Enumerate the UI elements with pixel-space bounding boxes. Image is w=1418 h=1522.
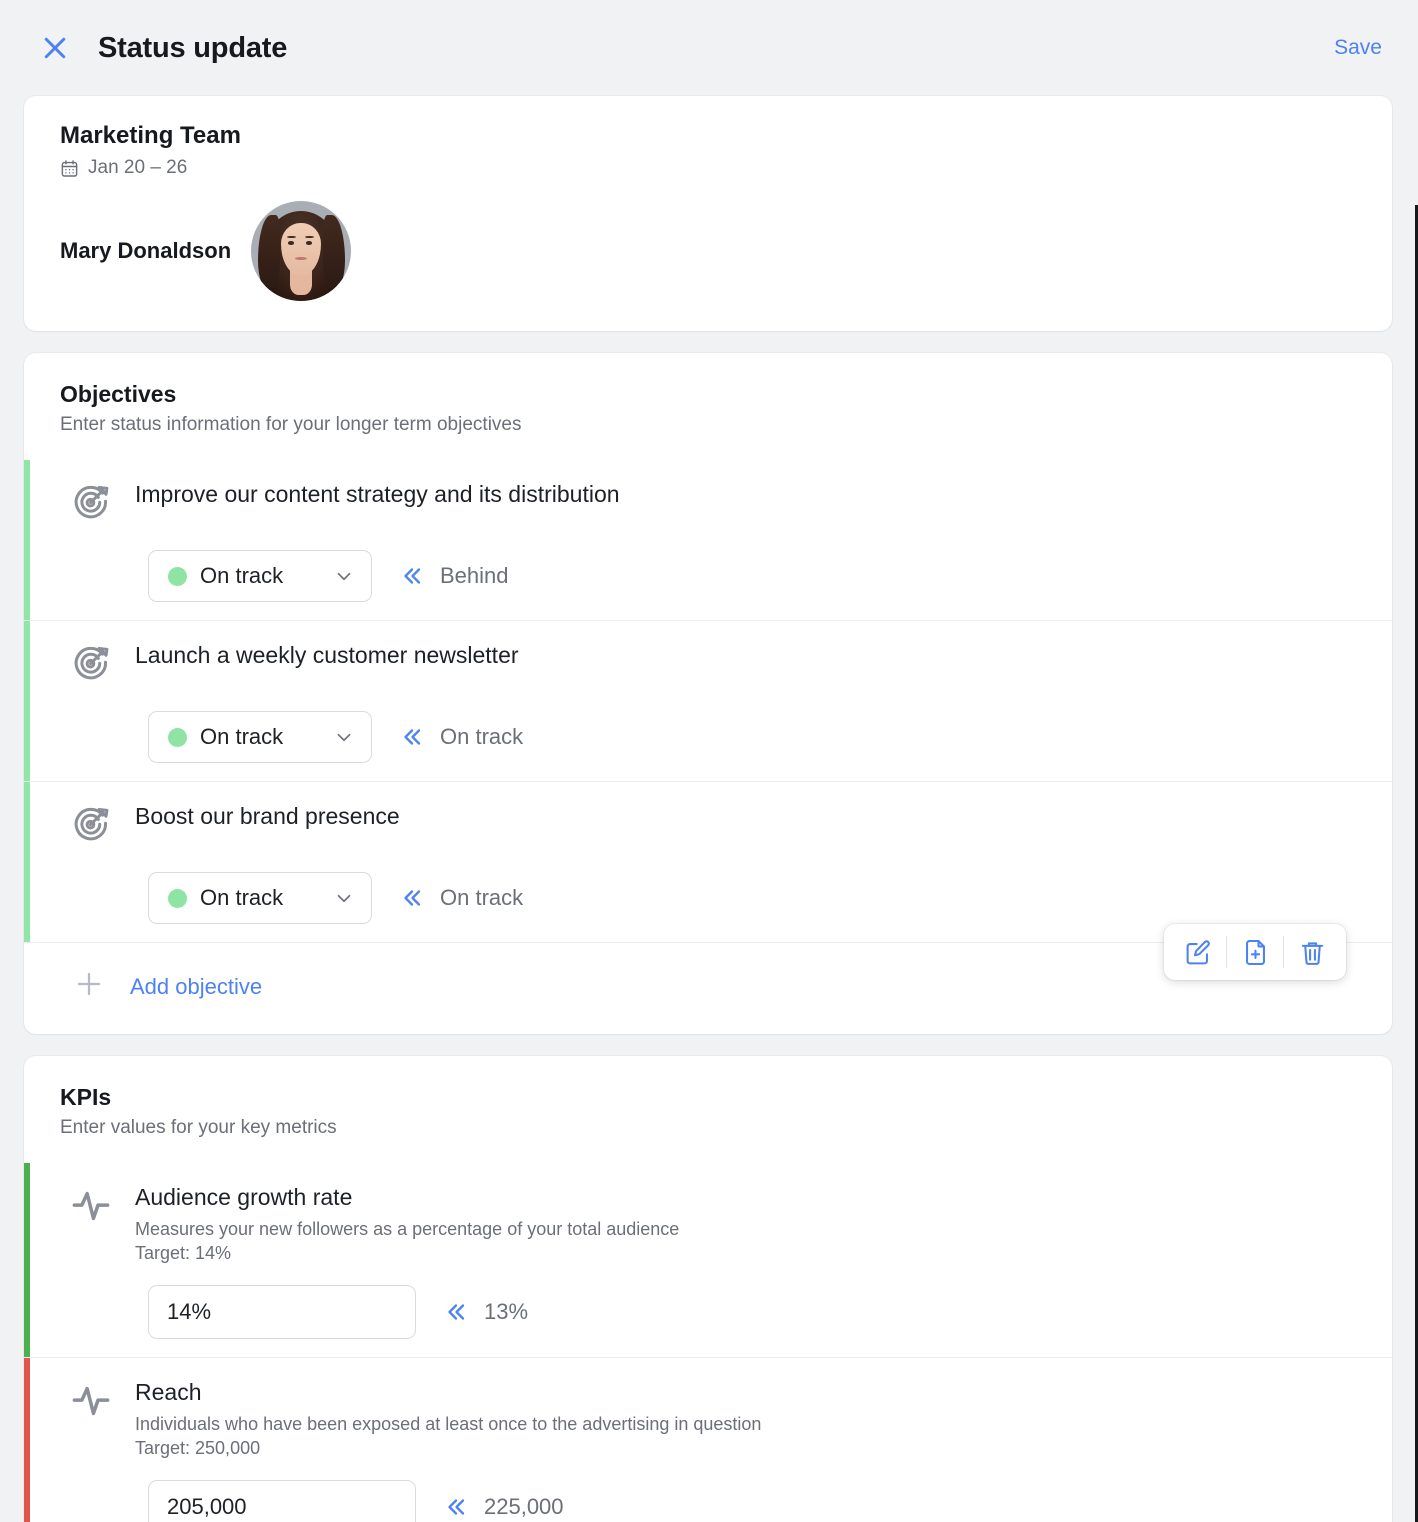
pulse-icon bbox=[70, 1378, 112, 1427]
kpi-previous-value: 225,000 bbox=[484, 1494, 564, 1520]
add-document-icon[interactable] bbox=[1227, 932, 1283, 972]
kpis-subtitle: Enter values for your key metrics bbox=[60, 1117, 337, 1138]
kpi-list: Audience growth rate Measures your new f… bbox=[24, 1163, 1392, 1522]
page-title: Status update bbox=[98, 31, 288, 64]
double-chevron-left-icon[interactable] bbox=[400, 886, 424, 910]
kpis-card: KPIs Enter values for your key metrics A… bbox=[24, 1056, 1392, 1522]
objective-status-select[interactable]: On track bbox=[148, 711, 372, 763]
objective-status-bar bbox=[24, 782, 30, 942]
save-button[interactable]: Save bbox=[1334, 36, 1384, 60]
objective-status-bar bbox=[24, 621, 30, 781]
objective-title: Improve our content strategy and its dis… bbox=[135, 481, 620, 507]
objective-status-label: On track bbox=[200, 563, 284, 588]
objective-row: Boost our brand presence On track On tra… bbox=[24, 781, 1392, 942]
status-dot bbox=[168, 727, 187, 747]
target-icon bbox=[70, 641, 112, 690]
objective-previous: Behind bbox=[400, 563, 509, 589]
objective-row: Launch a weekly customer newsletter On t… bbox=[24, 620, 1392, 781]
objective-title: Boost our brand presence bbox=[135, 803, 400, 829]
objectives-subtitle: Enter status information for your longer… bbox=[60, 414, 522, 435]
objective-previous: On track bbox=[400, 724, 523, 750]
kpi-description: Individuals who have been exposed at lea… bbox=[135, 1413, 762, 1434]
kpi-previous-value: 13% bbox=[484, 1299, 529, 1325]
kpi-title: Reach bbox=[135, 1379, 202, 1406]
avatar[interactable] bbox=[251, 201, 352, 301]
objectives-header: Objectives Enter status information for … bbox=[24, 353, 1392, 438]
objective-title: Launch a weekly customer newsletter bbox=[135, 642, 519, 668]
double-chevron-left-icon[interactable] bbox=[400, 725, 424, 749]
objectives-card: Objectives Enter status information for … bbox=[24, 353, 1392, 1034]
pulse-icon bbox=[70, 1183, 112, 1232]
kpi-target: Target: 14% bbox=[135, 1243, 232, 1264]
kpi-status-bar bbox=[24, 1358, 30, 1522]
objective-status-label: On track bbox=[200, 885, 284, 910]
objective-status-bar bbox=[24, 460, 30, 620]
header: Status update Save bbox=[0, 0, 1418, 96]
chevron-down-icon bbox=[333, 887, 355, 909]
calendar-icon bbox=[60, 159, 79, 178]
kpi-row: Reach Individuals who have been exposed … bbox=[24, 1357, 1392, 1522]
kpi-description: Measures your new followers as a percent… bbox=[135, 1218, 680, 1239]
owner-name: Mary Donaldson bbox=[60, 238, 232, 263]
objective-list: Improve our content strategy and its dis… bbox=[24, 460, 1392, 942]
kpi-target: Target: 250,000 bbox=[135, 1438, 261, 1459]
trash-icon[interactable] bbox=[1284, 932, 1340, 972]
owner-row: Mary Donaldson bbox=[42, 201, 1362, 301]
kpi-title: Audience growth rate bbox=[135, 1184, 353, 1210]
double-chevron-left-icon[interactable] bbox=[444, 1300, 468, 1324]
plus-icon bbox=[74, 969, 104, 1004]
close-icon[interactable] bbox=[38, 31, 72, 65]
target-icon bbox=[70, 802, 112, 851]
chevron-down-icon bbox=[333, 565, 355, 587]
status-dot bbox=[168, 888, 187, 908]
objective-status-label: On track bbox=[200, 724, 284, 749]
chevron-down-icon bbox=[333, 726, 355, 748]
status-update-page: Status update Save Marketing Team Jan 20… bbox=[0, 0, 1418, 1522]
objective-previous: On track bbox=[400, 885, 523, 911]
objective-status-select[interactable]: On track bbox=[148, 872, 372, 924]
target-icon bbox=[70, 480, 112, 529]
objectives-title: Objectives bbox=[60, 381, 177, 407]
status-dot bbox=[168, 566, 187, 586]
objective-status-select[interactable]: On track bbox=[148, 550, 372, 602]
kpi-row: Audience growth rate Measures your new f… bbox=[24, 1163, 1392, 1358]
date-range-label: Jan 20 – 26 bbox=[88, 157, 188, 178]
kpi-value-input[interactable] bbox=[148, 1285, 416, 1340]
double-chevron-left-icon[interactable] bbox=[400, 564, 424, 588]
add-objective-label[interactable]: Add objective bbox=[130, 974, 262, 1000]
row-action-toolbar[interactable] bbox=[1164, 924, 1346, 980]
kpis-header: KPIs Enter values for your key metrics bbox=[24, 1056, 1392, 1141]
double-chevron-left-icon[interactable] bbox=[444, 1495, 468, 1519]
team-card: Marketing Team Jan 20 – 26 Mary Donaldso… bbox=[24, 96, 1392, 331]
edit-pencil-icon[interactable] bbox=[1170, 932, 1226, 972]
objective-row: Improve our content strategy and its dis… bbox=[24, 460, 1392, 620]
objective-previous-value: Behind bbox=[440, 563, 509, 588]
date-range-row: Jan 20 – 26 bbox=[42, 157, 1362, 179]
kpi-status-bar bbox=[24, 1163, 30, 1358]
kpi-value-input[interactable] bbox=[148, 1480, 416, 1522]
kpi-previous: 225,000 bbox=[444, 1494, 564, 1520]
kpi-previous: 13% bbox=[444, 1299, 528, 1325]
objective-previous-value: On track bbox=[440, 724, 524, 749]
kpis-title: KPIs bbox=[60, 1084, 112, 1110]
team-name: Marketing Team bbox=[60, 122, 241, 149]
objective-previous-value: On track bbox=[440, 885, 524, 910]
